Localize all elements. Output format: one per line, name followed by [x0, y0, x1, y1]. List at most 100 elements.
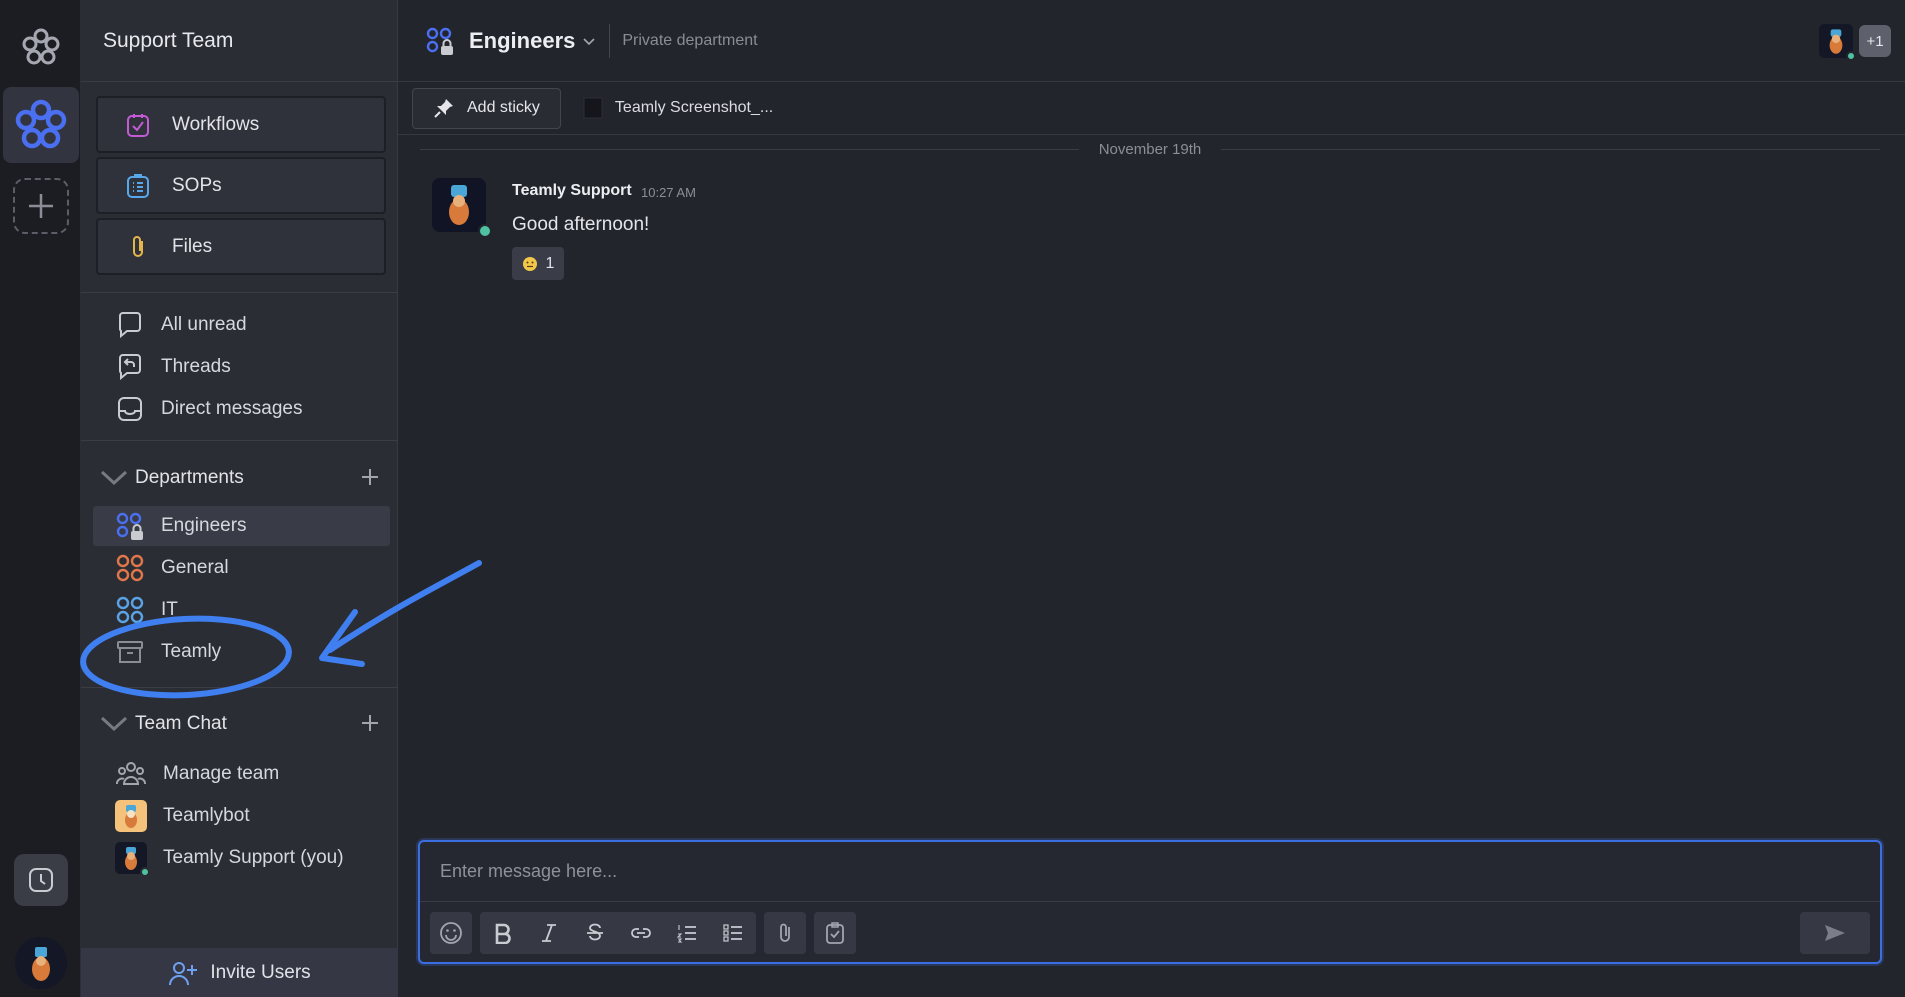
chat-teamly-support[interactable]: Teamly Support (you): [93, 838, 390, 878]
date-divider-label: November 19th: [1098, 140, 1202, 158]
bold-icon: [495, 923, 511, 944]
department-teamly[interactable]: Teamly: [93, 632, 390, 672]
paperclip-icon: [780, 923, 790, 942]
strikethrough-button[interactable]: [572, 912, 618, 954]
chevron-down-icon: [93, 714, 135, 734]
message-timestamp: 10:27 AM: [641, 185, 696, 200]
divider: [609, 23, 611, 58]
team-chat-title: Team Chat: [135, 713, 227, 734]
inbox-icon: [118, 397, 142, 421]
workspace-support-team[interactable]: [3, 87, 79, 163]
chat-teamlybot[interactable]: Teamlybot: [93, 796, 390, 836]
user-avatar[interactable]: [432, 178, 492, 238]
italic-icon: [542, 924, 556, 942]
chat-teamlybot-label: Teamlybot: [163, 805, 250, 826]
user-avatar[interactable]: [15, 937, 67, 989]
department-it[interactable]: IT: [93, 590, 390, 630]
department-icon: [116, 554, 144, 582]
workspace-rail: [0, 0, 81, 997]
message-text: Good afternoon!: [512, 214, 650, 235]
online-indicator: [140, 867, 150, 877]
message-author[interactable]: Teamly Support: [512, 182, 632, 200]
reaction-count: 1: [545, 254, 555, 272]
divider: [81, 292, 398, 293]
task-button[interactable]: [814, 912, 856, 954]
emoji-icon: [522, 256, 537, 271]
history-button[interactable]: [14, 854, 68, 906]
department-general[interactable]: General: [93, 548, 390, 588]
sops-button[interactable]: SOPs: [96, 157, 386, 214]
archive-box-icon: [117, 641, 143, 663]
bold-button[interactable]: [480, 912, 526, 954]
text-format-group: [480, 912, 756, 954]
chevron-down-icon[interactable]: [581, 33, 597, 49]
link-icon: [631, 928, 651, 938]
invite-users-button[interactable]: Invite Users: [81, 948, 398, 997]
workspace-logo-icon: [15, 99, 67, 149]
add-department-button[interactable]: [360, 467, 380, 493]
send-button[interactable]: [1800, 912, 1870, 954]
numbered-list-icon: [676, 925, 696, 943]
channel-subtitle: Private department: [622, 31, 758, 49]
message-input[interactable]: [420, 842, 1880, 902]
divider: [81, 687, 398, 688]
nav-direct-messages-label: Direct messages: [161, 398, 303, 419]
file-thumbnail-icon: [583, 97, 603, 119]
bullet-list-button[interactable]: [710, 912, 756, 954]
add-chat-button[interactable]: [360, 713, 380, 739]
extra-members-badge[interactable]: +1: [1859, 25, 1891, 57]
sop-list-icon: [127, 173, 149, 198]
plus-icon: [29, 194, 53, 218]
team-chat-header[interactable]: Team Chat: [93, 704, 390, 744]
department-general-label: General: [161, 557, 229, 578]
user-avatar: [115, 842, 150, 877]
numbered-list-button[interactable]: [664, 912, 710, 954]
chevron-down-icon: [93, 468, 135, 488]
speech-bubble-icon: [119, 312, 141, 339]
emoji-button[interactable]: [430, 912, 472, 954]
reaction-badge[interactable]: 1: [512, 247, 564, 280]
department-engineers[interactable]: Engineers: [93, 506, 390, 546]
chat-manage-team-label: Manage team: [163, 763, 280, 784]
sidebar: Support Team Workflows SOPs Files All un…: [81, 0, 398, 997]
clipboard-check-icon: [826, 922, 844, 944]
strikethrough-icon: [587, 923, 603, 941]
files-button[interactable]: Files: [96, 218, 386, 275]
file-tab[interactable]: Teamly Screenshot_...: [583, 97, 773, 119]
main-panel: Engineers Private department +1 Add stic…: [398, 0, 1905, 997]
member-avatar[interactable]: [1819, 24, 1856, 61]
add-user-icon: [169, 961, 198, 985]
workspace-name[interactable]: Support Team: [81, 0, 397, 82]
workflows-button[interactable]: Workflows: [96, 96, 386, 153]
department-teamly-label: Teamly: [161, 641, 222, 662]
private-department-icon: [116, 512, 143, 540]
plus-icon: [362, 715, 378, 731]
department-engineers-label: Engineers: [161, 515, 247, 536]
bot-avatar: [115, 800, 147, 832]
channel-tabs: Add sticky Teamly Screenshot_...: [398, 82, 1905, 135]
chat-manage-team[interactable]: Manage team: [93, 754, 390, 794]
message-composer: [418, 840, 1882, 964]
attach-file-button[interactable]: [764, 912, 806, 954]
app-window: Support Team Workflows SOPs Files All un…: [0, 0, 1905, 997]
add-sticky-button[interactable]: Add sticky: [412, 87, 561, 129]
pin-icon: [434, 99, 453, 118]
nav-direct-messages[interactable]: Direct messages: [93, 389, 390, 429]
departments-title: Departments: [135, 467, 244, 488]
nav-threads[interactable]: Threads: [93, 347, 390, 387]
link-button[interactable]: [618, 912, 664, 954]
sops-label: SOPs: [172, 174, 222, 196]
online-indicator: [478, 224, 492, 238]
file-tab-label: Teamly Screenshot_...: [614, 99, 774, 116]
online-indicator: [1846, 51, 1856, 61]
nav-all-unread[interactable]: All unread: [93, 305, 390, 345]
departments-header[interactable]: Departments: [93, 458, 390, 498]
channel-title[interactable]: Engineers: [469, 28, 575, 54]
channel-members[interactable]: +1: [1819, 24, 1891, 61]
teamly-logo-icon[interactable]: [17, 24, 65, 72]
formatting-toolbar: [430, 912, 856, 954]
department-it-label: IT: [161, 599, 178, 620]
italic-button[interactable]: [526, 912, 572, 954]
clock-icon: [29, 868, 53, 892]
add-workspace-button[interactable]: [13, 178, 69, 234]
